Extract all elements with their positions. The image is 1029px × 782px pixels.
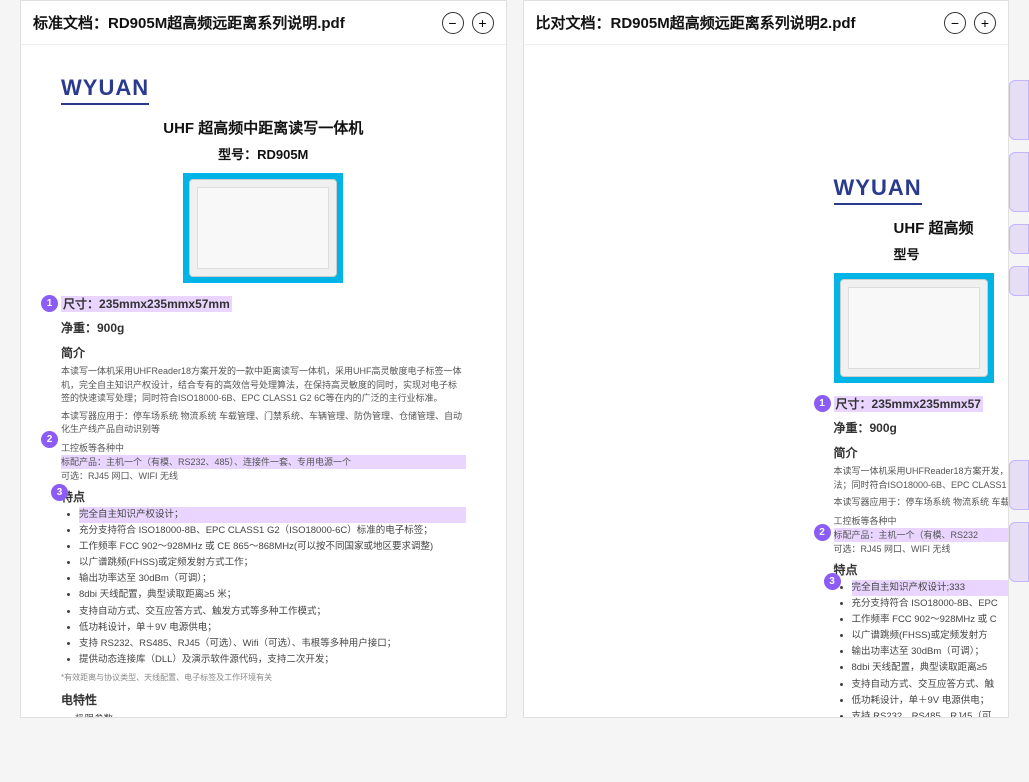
right-filename: RD905M超高频远距离系列说明2.pdf [611, 15, 856, 32]
model-label: 型号 [894, 244, 1009, 263]
product-image [183, 173, 343, 283]
left-filename: RD905M超高频远距离系列说明.pdf [108, 15, 345, 32]
feature-item: 以广谱跳频(FHSS)或定频发射方 [852, 628, 1009, 644]
feature-list: 完全自主知识产权设计； 充分支持符合 ISO18000-8B、EPC CLASS… [61, 507, 466, 668]
pre-line: 工控板等各种中 [834, 514, 1009, 528]
minus-icon: − [951, 16, 959, 30]
intro-heading: 简介 [834, 444, 1009, 461]
limit-heading: 极限参数 [75, 712, 466, 717]
feature-item: 支持 RS232、RS485、RJ45（可选）、Wifi（可选）、韦根等多种用户… [79, 636, 466, 652]
dim-label: 尺寸： [63, 297, 99, 311]
intro-p1: 本读写一体机采用UHFReader18方案开发的一款中距离读写一体机，采用UHF… [61, 365, 466, 406]
feature-item: 以广谱跳频(FHSS)或定频发射方式工作； [79, 555, 466, 571]
feature-item: 低功耗设计，单＋9V 电源供电； [79, 620, 466, 636]
left-zoom-in-button[interactable]: + [472, 12, 494, 34]
dimension-row: 1 尺寸：235mmx235mmx57 [834, 395, 1009, 413]
intro-p1: 本读写一体机采用UHFReader18方案开发，完全自主知识产权设计，结合专有的… [834, 465, 1009, 492]
kit-label: 标配产品： [834, 530, 879, 540]
feature-item: 低功耗设计，单＋9V 电源供电； [852, 693, 1009, 709]
right-panel-header: 比对文档：RD905M超高频远距离系列说明2.pdf − + [524, 1, 1009, 45]
diff-badge-2[interactable]: 2 [814, 524, 831, 541]
left-doc-viewport[interactable]: WYUAN UHF 超高频中距离读写一体机 型号：RD905M 1 尺寸：235… [21, 45, 506, 717]
feature-item: 完全自主知识产权设计;333 [852, 580, 1009, 596]
kit-line: 标配产品：主机一个（有模、RS232 [834, 528, 1009, 542]
diff-nav-tab[interactable] [1009, 152, 1029, 212]
feature-item: 充分支持符合 ISO18000-8B、EPC [852, 596, 1009, 612]
intro-p2: 本读写器应用于：停车场系统 物流系统 车载管理、门禁系统、车辆管理、防伪管理、仓… [61, 410, 466, 437]
brand-logo: WYUAN [834, 175, 922, 205]
feature-item: 工作频率 FCC 902～928MHz 或 C [852, 612, 1009, 628]
intro-p2: 本读写器应用于：停车场系统 物流系统 车载 [834, 496, 1009, 510]
diff-badge-1[interactable]: 1 [814, 395, 831, 412]
feature-item: 输出功率达至 30dBm（可调）； [79, 571, 466, 587]
feature-item: 完全自主知识产权设计； [79, 507, 466, 523]
option-line: 可选：RJ45 网口、WIFI 无线 [834, 542, 1009, 556]
features-heading: 特点 [61, 488, 466, 505]
pre-line: 工控板等各种中 [61, 441, 466, 455]
doc-title: UHF 超高频 [894, 217, 1009, 238]
right-header-label: 比对文档： [536, 15, 611, 32]
features-heading: 特点 [834, 561, 1009, 578]
left-doc-title: 标准文档：RD905M超高频远距离系列说明.pdf [33, 12, 442, 33]
diff-nav-tab[interactable] [1009, 522, 1029, 582]
dimension-row: 1 尺寸：235mmx235mmx57mm [61, 295, 466, 313]
dim-value: 235mmx235mmx57mm [99, 297, 230, 311]
feature-item: 提供动态连接库（DLL）及演示软件源代码，支持二次开发； [79, 652, 466, 668]
intro-heading: 简介 [61, 344, 466, 361]
diff-nav-tab[interactable] [1009, 224, 1029, 254]
weight-line: 净重：900g [834, 419, 1009, 436]
diff-badge-3[interactable]: 3 [824, 573, 841, 590]
model-label: 型号：RD905M [61, 144, 466, 163]
left-zoom-out-button[interactable]: − [442, 12, 464, 34]
left-panel-header: 标准文档：RD905M超高频远距离系列说明.pdf − + [21, 1, 506, 45]
feature-item: 8dbi 天线配置，典型读取距离≥5 [852, 660, 1009, 676]
plus-icon: + [478, 16, 486, 30]
kit-line: 标配产品：主机一个（有模、RS232、485）、连接件一套、专用电源一个 [61, 455, 466, 469]
kit-value: 主机一个（有模、RS232 [879, 530, 979, 540]
right-doc-viewport[interactable]: WYUAN UHF 超高频 型号 1 尺寸：235mmx235mmx57 净重：… [524, 45, 1009, 717]
product-image [834, 273, 994, 383]
diff-badge-2[interactable]: 2 [41, 431, 58, 448]
feature-list: 完全自主知识产权设计;333 充分支持符合 ISO18000-8B、EPC 工作… [834, 580, 1009, 717]
doc-title: UHF 超高频中距离读写一体机 [61, 117, 466, 138]
elec-heading: 电特性 [61, 691, 466, 708]
right-doc-title: 比对文档：RD905M超高频远距离系列说明2.pdf [536, 12, 945, 33]
feature-item: 充分支持符合 ISO18000-8B、EPC CLASS1 G2（ISO1800… [79, 523, 466, 539]
right-zoom-in-button[interactable]: + [974, 12, 996, 34]
feature-item: 输出功率达至 30dBm（可调）； [852, 644, 1009, 660]
diff-sidebar [1009, 80, 1029, 582]
feature-item: 支持自动方式、交互应答方式、触发方式等多种工作模式； [79, 604, 466, 620]
right-panel: 比对文档：RD905M超高频远距离系列说明2.pdf − + WYUAN UHF… [523, 0, 1010, 718]
right-zoom-out-button[interactable]: − [944, 12, 966, 34]
diff-nav-tab[interactable] [1009, 80, 1029, 140]
left-panel: 标准文档：RD905M超高频远距离系列说明.pdf − + WYUAN UHF … [20, 0, 507, 718]
weight-line: 净重：900g [61, 319, 466, 336]
brand-logo: WYUAN [61, 75, 149, 105]
dim-label: 尺寸： [836, 397, 872, 411]
kit-value: 主机一个（有模、RS232、485）、连接件一套、专用电源一个 [106, 457, 351, 467]
plus-icon: + [981, 16, 989, 30]
diff-badge-3[interactable]: 3 [51, 484, 68, 501]
feature-item: 8dbi 天线配置，典型读取距离≥5 米； [79, 587, 466, 603]
dim-value: 235mmx235mmx57 [872, 397, 981, 411]
diff-nav-tab[interactable] [1009, 266, 1029, 296]
feature-item: 支持 RS232、RS485、RJ45（可 [852, 709, 1009, 717]
left-header-label: 标准文档： [33, 15, 108, 32]
footnote: *有效距离与协议类型、天线配置、电子标签及工作环境有关 [61, 672, 466, 683]
feature-item: 工作频率 FCC 902～928MHz 或 CE 865～868MHz(可以按不… [79, 539, 466, 555]
diff-nav-tab[interactable] [1009, 460, 1029, 510]
diff-badge-1[interactable]: 1 [41, 295, 58, 312]
kit-label: 标配产品： [61, 457, 106, 467]
feature-item: 支持自动方式、交互应答方式、触 [852, 677, 1009, 693]
minus-icon: − [448, 16, 456, 30]
option-line: 可选：RJ45 网口、WIFI 无线 [61, 469, 466, 483]
